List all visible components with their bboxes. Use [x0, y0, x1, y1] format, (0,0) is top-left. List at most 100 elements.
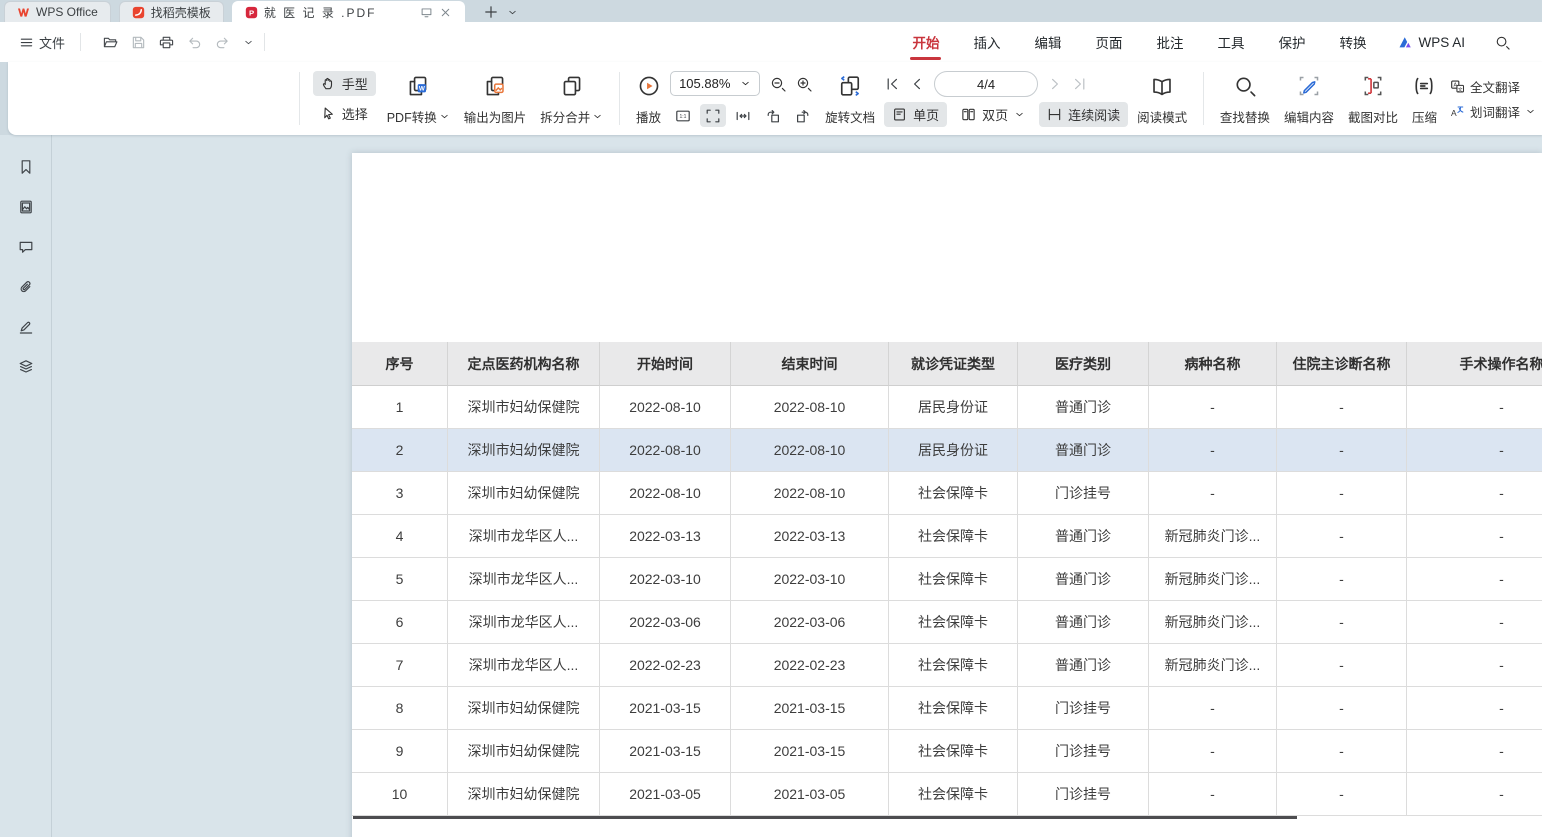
- single-page-button[interactable]: 单页: [884, 102, 947, 127]
- wps-ai-button[interactable]: WPS AI: [1398, 35, 1465, 50]
- table-cell[interactable]: 居民身份证: [889, 386, 1018, 429]
- table-cell[interactable]: 居民身份证: [889, 429, 1018, 472]
- table-cell[interactable]: 2021-03-15: [731, 730, 889, 773]
- tab-protect[interactable]: 保护: [1276, 26, 1307, 58]
- tab-convert[interactable]: 转换: [1337, 26, 1368, 58]
- file-menu-button[interactable]: 文件: [14, 29, 70, 56]
- attachment-panel-button[interactable]: [14, 275, 38, 299]
- open-file-icon[interactable]: [103, 35, 118, 50]
- table-cell[interactable]: 2021-03-15: [600, 687, 731, 730]
- table-cell[interactable]: 门诊挂号: [1018, 730, 1149, 773]
- rotate-right-button[interactable]: [790, 104, 816, 127]
- table-cell[interactable]: 普通门诊: [1018, 601, 1149, 644]
- table-cell[interactable]: 2022-03-06: [600, 601, 731, 644]
- table-cell[interactable]: 深圳市妇幼保健院: [448, 730, 600, 773]
- tab-tools[interactable]: 工具: [1215, 26, 1246, 58]
- table-cell[interactable]: 2021-03-15: [600, 730, 731, 773]
- table-cell[interactable]: -: [1407, 472, 1542, 515]
- table-cell[interactable]: 社会保障卡: [889, 730, 1018, 773]
- tab-home[interactable]: 开始: [910, 26, 941, 58]
- signature-panel-button[interactable]: [14, 315, 38, 339]
- export-image-button[interactable]: 输出为图片: [457, 62, 534, 135]
- table-cell[interactable]: 社会保障卡: [889, 601, 1018, 644]
- table-cell[interactable]: 社会保障卡: [889, 687, 1018, 730]
- table-cell[interactable]: 9: [352, 730, 448, 773]
- table-cell[interactable]: -: [1149, 730, 1277, 773]
- table-cell[interactable]: 社会保障卡: [889, 558, 1018, 601]
- document-scroll-area[interactable]: 序号定点医药机构名称开始时间结束时间就诊凭证类型医疗类别病种名称住院主诊断名称手…: [52, 135, 1542, 837]
- table-cell[interactable]: 2021-03-05: [731, 773, 889, 816]
- table-cell[interactable]: 2022-08-10: [600, 386, 731, 429]
- tab-page[interactable]: 页面: [1093, 26, 1124, 58]
- tab-document[interactable]: P 就 医 记 录 .PDF: [232, 1, 465, 22]
- table-cell[interactable]: 深圳市龙华区人...: [448, 515, 600, 558]
- edit-content-button[interactable]: 编辑内容: [1277, 62, 1341, 135]
- table-cell[interactable]: 新冠肺炎门诊...: [1149, 644, 1277, 687]
- tab-edit[interactable]: 编辑: [1032, 26, 1063, 58]
- table-cell[interactable]: 深圳市龙华区人...: [448, 644, 600, 687]
- table-cell[interactable]: 深圳市妇幼保健院: [448, 687, 600, 730]
- tab-list-chevron-icon[interactable]: [507, 7, 518, 18]
- tab-insert[interactable]: 插入: [971, 26, 1002, 58]
- table-cell[interactable]: 2: [352, 429, 448, 472]
- table-cell[interactable]: -: [1277, 386, 1407, 429]
- table-cell[interactable]: 2021-03-15: [731, 687, 889, 730]
- table-cell[interactable]: 社会保障卡: [889, 644, 1018, 687]
- table-cell[interactable]: 10: [352, 773, 448, 816]
- table-cell[interactable]: -: [1407, 601, 1542, 644]
- table-cell[interactable]: 深圳市妇幼保健院: [448, 429, 600, 472]
- table-cell[interactable]: 7: [352, 644, 448, 687]
- table-cell[interactable]: 2022-08-10: [600, 472, 731, 515]
- table-cell[interactable]: 5: [352, 558, 448, 601]
- tab-wps-office[interactable]: WPS Office: [4, 1, 111, 22]
- table-cell[interactable]: -: [1277, 429, 1407, 472]
- zoom-in-icon[interactable]: [796, 76, 812, 92]
- save-icon[interactable]: [131, 35, 146, 50]
- close-tab-icon[interactable]: [439, 6, 452, 19]
- last-page-icon[interactable]: [1072, 76, 1088, 92]
- table-cell[interactable]: -: [1277, 515, 1407, 558]
- table-cell[interactable]: 3: [352, 472, 448, 515]
- search-icon[interactable]: [1495, 35, 1510, 50]
- actual-size-button[interactable]: 1:1: [670, 104, 696, 127]
- table-cell[interactable]: 深圳市妇幼保健院: [448, 773, 600, 816]
- table-cell[interactable]: -: [1277, 558, 1407, 601]
- page-number-input[interactable]: [934, 71, 1038, 97]
- table-cell[interactable]: 新冠肺炎门诊...: [1149, 601, 1277, 644]
- table-cell[interactable]: 社会保障卡: [889, 472, 1018, 515]
- table-cell[interactable]: -: [1149, 429, 1277, 472]
- table-cell[interactable]: 普通门诊: [1018, 429, 1149, 472]
- word-translate-button[interactable]: A 划词翻译: [1450, 102, 1536, 121]
- table-cell[interactable]: 2022-03-13: [731, 515, 889, 558]
- table-cell[interactable]: -: [1149, 386, 1277, 429]
- table-cell[interactable]: 普通门诊: [1018, 644, 1149, 687]
- table-cell[interactable]: 普通门诊: [1018, 386, 1149, 429]
- table-cell[interactable]: 新冠肺炎门诊...: [1149, 558, 1277, 601]
- fit-width-button[interactable]: [730, 104, 756, 127]
- next-page-icon[interactable]: [1047, 76, 1063, 92]
- first-page-icon[interactable]: [884, 76, 900, 92]
- table-cell[interactable]: -: [1149, 687, 1277, 730]
- table-cell[interactable]: 门诊挂号: [1018, 472, 1149, 515]
- table-cell[interactable]: 2022-02-23: [731, 644, 889, 687]
- table-cell[interactable]: -: [1277, 687, 1407, 730]
- pdf-page[interactable]: 序号定点医药机构名称开始时间结束时间就诊凭证类型医疗类别病种名称住院主诊断名称手…: [352, 153, 1542, 837]
- compress-button[interactable]: 压缩: [1405, 62, 1444, 135]
- print-icon[interactable]: [159, 35, 174, 50]
- tab-docer-templates[interactable]: 找稻壳模板: [119, 1, 224, 22]
- table-cell[interactable]: 普通门诊: [1018, 515, 1149, 558]
- table-cell[interactable]: 2022-03-10: [731, 558, 889, 601]
- read-mode-button[interactable]: 阅读模式: [1130, 62, 1194, 135]
- table-cell[interactable]: 2022-02-23: [600, 644, 731, 687]
- table-cell[interactable]: -: [1149, 472, 1277, 515]
- play-button[interactable]: 播放: [629, 62, 668, 135]
- table-cell[interactable]: -: [1277, 644, 1407, 687]
- table-cell[interactable]: 2022-08-10: [731, 386, 889, 429]
- table-cell[interactable]: -: [1407, 773, 1542, 816]
- tab-annotate[interactable]: 批注: [1154, 26, 1185, 58]
- table-cell[interactable]: 深圳市妇幼保健院: [448, 472, 600, 515]
- new-tab-button[interactable]: [483, 4, 499, 20]
- table-cell[interactable]: -: [1407, 515, 1542, 558]
- zoom-out-icon[interactable]: [770, 76, 786, 92]
- table-cell[interactable]: -: [1277, 601, 1407, 644]
